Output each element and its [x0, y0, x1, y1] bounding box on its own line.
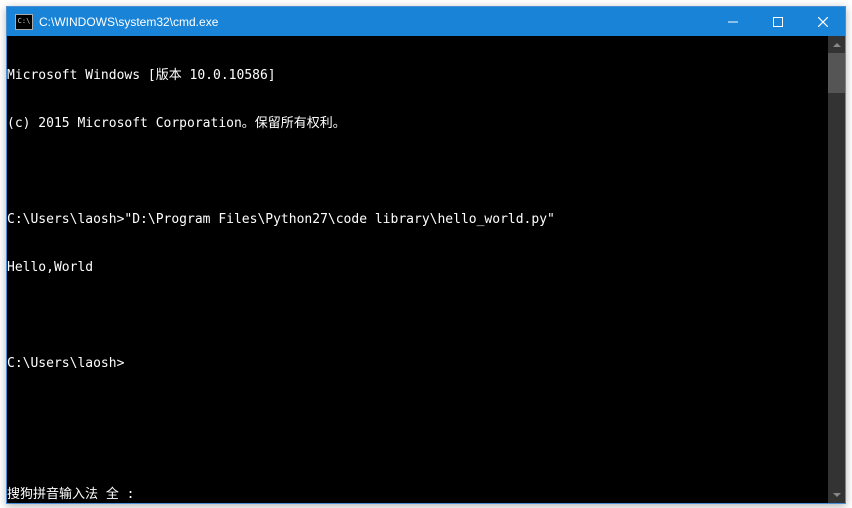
cmd-icon-glyph: C:\ — [18, 18, 31, 25]
close-button[interactable] — [800, 7, 845, 36]
content-wrap: Microsoft Windows [版本 10.0.10586] (c) 20… — [7, 36, 845, 503]
chevron-down-icon — [833, 491, 841, 499]
minimize-button[interactable] — [710, 7, 755, 36]
maximize-icon — [773, 17, 783, 27]
chevron-up-icon — [833, 41, 841, 49]
maximize-button[interactable] — [755, 7, 800, 36]
ime-status-line: 搜狗拼音输入法 全 : — [7, 486, 828, 503]
cmd-window: C:\ C:\WINDOWS\system32\cmd.exe Microsof… — [6, 6, 846, 504]
scroll-down-button[interactable] — [828, 486, 845, 503]
scroll-thumb[interactable] — [828, 53, 845, 93]
terminal-line: C:\Users\laosh>"D:\Program Files\Python2… — [7, 212, 828, 228]
scroll-up-button[interactable] — [828, 36, 845, 53]
terminal-line: Microsoft Windows [版本 10.0.10586] — [7, 68, 828, 84]
cmd-icon: C:\ — [15, 14, 33, 30]
vertical-scrollbar[interactable] — [828, 36, 845, 503]
close-icon — [818, 17, 828, 27]
terminal-line: (c) 2015 Microsoft Corporation。保留所有权利。 — [7, 116, 828, 132]
minimize-icon — [728, 17, 738, 27]
terminal-line: Hello,World — [7, 260, 828, 276]
terminal-line — [7, 308, 828, 324]
terminal-output[interactable]: Microsoft Windows [版本 10.0.10586] (c) 20… — [7, 36, 828, 503]
terminal-line: C:\Users\laosh> — [7, 356, 828, 372]
titlebar[interactable]: C:\ C:\WINDOWS\system32\cmd.exe — [7, 7, 845, 36]
window-title: C:\WINDOWS\system32\cmd.exe — [39, 15, 218, 29]
terminal-line — [7, 164, 828, 180]
